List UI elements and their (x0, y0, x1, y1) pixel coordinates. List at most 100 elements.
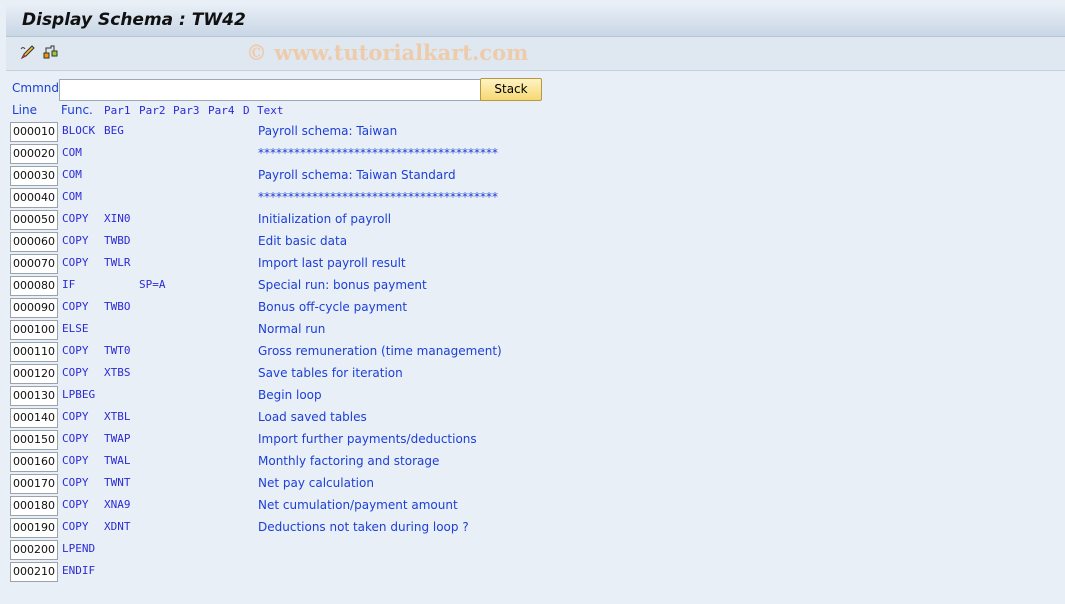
line-number-field[interactable]: 000110 (10, 342, 58, 362)
schema-row: 000200 LPEND (0, 539, 600, 561)
header-par4: Par4 (208, 104, 235, 117)
line-number-field[interactable]: 000040 (10, 188, 58, 208)
line-number-field[interactable]: 000090 (10, 298, 58, 318)
line-number-field[interactable]: 000080 (10, 276, 58, 296)
text-cell: Import last payroll result (258, 256, 406, 270)
schema-row: 000160 COPY TWAL Monthly factoring and s… (0, 451, 600, 473)
par1-cell: XTBL (104, 410, 131, 423)
header-par2: Par2 (139, 104, 166, 117)
text-cell: Edit basic data (258, 234, 348, 248)
line-number-field[interactable]: 000050 (10, 210, 58, 230)
schema-row: 000050 COPY XIN0 Initialization of payro… (0, 209, 600, 231)
line-number-field[interactable]: 000190 (10, 518, 58, 538)
func-cell[interactable]: COPY (62, 410, 89, 423)
func-cell[interactable]: COPY (62, 300, 89, 313)
func-cell[interactable]: COPY (62, 520, 89, 533)
schema-row: 000210 ENDIF (0, 561, 600, 583)
line-number-field[interactable]: 000200 (10, 540, 58, 560)
schema-row: 000070 COPY TWLR Import last payroll res… (0, 253, 600, 275)
line-number-field[interactable]: 000060 (10, 232, 58, 252)
schema-row: 000020 COM *****************************… (0, 143, 600, 165)
schema-row: 000030 COM Payroll schema: Taiwan Standa… (0, 165, 600, 187)
line-number-field[interactable]: 000170 (10, 474, 58, 494)
func-cell[interactable]: COPY (62, 476, 89, 489)
par1-cell: XDNT (104, 520, 131, 533)
schema-row: 000080 IF SP=A Special run: bonus paymen… (0, 275, 600, 297)
func-cell[interactable]: LPBEG (62, 388, 95, 401)
text-cell: Payroll schema: Taiwan (258, 124, 398, 138)
line-number-field[interactable]: 000120 (10, 364, 58, 384)
line-number-field[interactable]: 000160 (10, 452, 58, 472)
schema-row: 000120 COPY XTBS Save tables for iterati… (0, 363, 600, 385)
title-bar: Display Schema : TW42 (6, 5, 1065, 37)
line-number-field[interactable]: 000150 (10, 430, 58, 450)
par1-cell: TWBD (104, 234, 131, 247)
line-number-field[interactable]: 000140 (10, 408, 58, 428)
func-cell[interactable]: COPY (62, 256, 89, 269)
par1-cell: XIN0 (104, 212, 131, 225)
text-cell: Deductions not taken during loop ? (258, 520, 469, 534)
edit-pencil-icon[interactable] (18, 43, 36, 61)
text-cell: Monthly factoring and storage (258, 454, 440, 468)
func-cell[interactable]: COM (62, 146, 82, 159)
par2-cell: SP=A (139, 278, 166, 291)
line-number-field[interactable]: 000010 (10, 122, 58, 142)
text-cell: Net cumulation/payment amount (258, 498, 458, 512)
func-cell[interactable]: COPY (62, 498, 89, 511)
header-func: Func. (61, 103, 93, 117)
header-d: D (243, 104, 250, 117)
func-cell[interactable]: COM (62, 168, 82, 181)
schema-row: 000110 COPY TWT0 Gross remuneration (tim… (0, 341, 600, 363)
par1-cell: BEG (104, 124, 124, 137)
line-number-field[interactable]: 000100 (10, 320, 58, 340)
func-cell[interactable]: COPY (62, 212, 89, 225)
command-input[interactable] (59, 79, 481, 101)
schema-row: 000090 COPY TWBO Bonus off-cycle payment (0, 297, 600, 319)
text-cell: Begin loop (258, 388, 322, 402)
schema-row: 000150 COPY TWAP Import further payments… (0, 429, 600, 451)
schema-row: 000100 ELSE Normal run (0, 319, 600, 341)
header-par3: Par3 (173, 104, 200, 117)
line-number-field[interactable]: 000020 (10, 144, 58, 164)
text-cell: Special run: bonus payment (258, 278, 427, 292)
func-cell[interactable]: LPEND (62, 542, 95, 555)
text-cell: Gross remuneration (time management) (258, 344, 502, 358)
line-number-field[interactable]: 000030 (10, 166, 58, 186)
command-label: Cmmnd (12, 81, 59, 95)
text-cell: Import further payments/deductions (258, 432, 477, 446)
func-cell[interactable]: COPY (62, 344, 89, 357)
line-number-field[interactable]: 000070 (10, 254, 58, 274)
text-cell: **************************************** (258, 190, 498, 204)
header-text: Text (257, 104, 284, 117)
func-cell[interactable]: COPY (62, 234, 89, 247)
func-cell[interactable]: COPY (62, 454, 89, 467)
func-cell[interactable]: COPY (62, 366, 89, 379)
text-cell: Initialization of payroll (258, 212, 392, 226)
par1-cell: XNA9 (104, 498, 131, 511)
text-cell: **************************************** (258, 146, 498, 160)
stack-button[interactable]: Stack (480, 78, 542, 101)
func-cell[interactable]: IF (62, 278, 75, 291)
func-cell[interactable]: ENDIF (62, 564, 95, 577)
text-cell: Payroll schema: Taiwan Standard (258, 168, 456, 182)
par1-cell: TWBO (104, 300, 131, 313)
func-cell[interactable]: ELSE (62, 322, 89, 335)
func-cell[interactable]: COM (62, 190, 82, 203)
line-number-field[interactable]: 000180 (10, 496, 58, 516)
text-cell: Normal run (258, 322, 326, 336)
func-cell[interactable]: COPY (62, 432, 89, 445)
watermark: © www.tutorialkart.com (246, 40, 529, 65)
line-number-field[interactable]: 000210 (10, 562, 58, 582)
schema-row: 000060 COPY TWBD Edit basic data (0, 231, 600, 253)
schema-row: 000180 COPY XNA9 Net cumulation/payment … (0, 495, 600, 517)
page-title: Display Schema : TW42 (22, 10, 246, 30)
structure-icon[interactable] (42, 43, 60, 61)
schema-row: 000040 COM *****************************… (0, 187, 600, 209)
line-number-field[interactable]: 000130 (10, 386, 58, 406)
schema-row: 000010 BLOCK BEG Payroll schema: Taiwan (0, 121, 600, 143)
par1-cell: TWNT (104, 476, 131, 489)
text-cell: Save tables for iteration (258, 366, 403, 380)
header-par1: Par1 (104, 104, 131, 117)
header-line: Line (12, 103, 38, 117)
func-cell[interactable]: BLOCK (62, 124, 95, 137)
